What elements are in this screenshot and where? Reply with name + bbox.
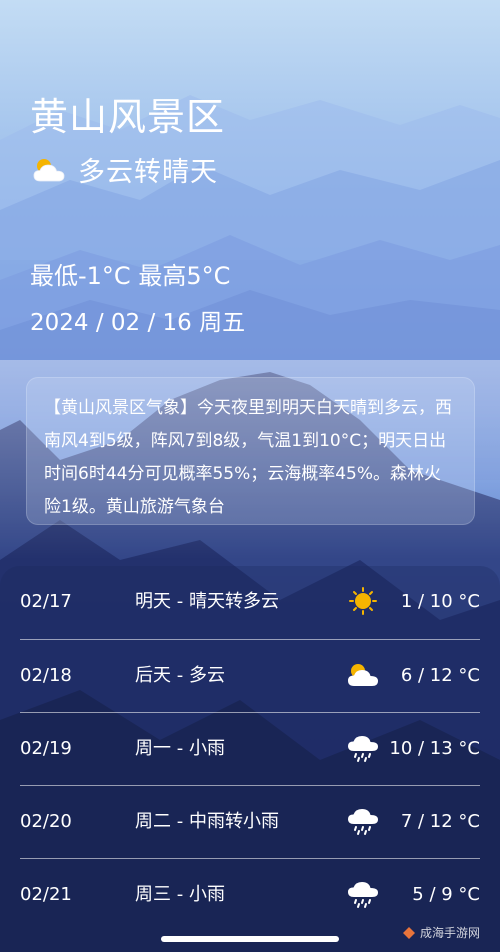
location-title: 黄山风景区 xyxy=(30,95,226,139)
forecast-date: 02/17 xyxy=(20,591,72,612)
forecast-date: 02/20 xyxy=(20,811,72,832)
condition-text: 多云转晴天 xyxy=(78,157,218,188)
forecast-label: 明天 - 晴天转多云 xyxy=(135,591,279,612)
rain-icon xyxy=(348,882,378,908)
forecast-row[interactable]: 02/20 周二 - 中雨转小雨 7 / 12 °C xyxy=(0,786,500,858)
forecast-label: 周一 - 小雨 xyxy=(135,738,225,759)
partly-cloudy-icon xyxy=(348,664,378,686)
forecast-label: 周三 - 小雨 xyxy=(135,884,225,905)
forecast-list: 02/17 明天 - 晴天转多云 1 / 10 °C 02/18 后天 - 多云… xyxy=(0,566,500,952)
forecast-row[interactable]: 02/18 后天 - 多云 6 / 12 °C xyxy=(0,640,500,712)
forecast-date: 02/19 xyxy=(20,738,72,759)
forecast-date: 02/21 xyxy=(20,884,72,905)
forecast-date: 02/18 xyxy=(20,665,72,686)
watermark: 成海手游网 xyxy=(402,924,480,941)
forecast-temp: 7 / 12 °C xyxy=(400,811,480,832)
home-indicator[interactable] xyxy=(161,936,339,942)
rain-icon xyxy=(348,736,378,762)
forecast-label: 周二 - 中雨转小雨 xyxy=(135,811,279,832)
temperature-range: 最低-1°C 最高5°C xyxy=(30,262,231,290)
forecast-temp: 1 / 10 °C xyxy=(400,591,480,612)
forecast-temp: 6 / 12 °C xyxy=(400,665,480,686)
forecast-row[interactable]: 02/19 周一 - 小雨 10 / 13 °C xyxy=(0,713,500,785)
weather-description-text: 【黄山风景区气象】今天夜里到明天白天晴到多云，西南风4到5级，阵风7到8级，气温… xyxy=(44,398,452,517)
watermark-text: 成海手游网 xyxy=(420,926,481,940)
forecast-row[interactable]: 02/21 周三 - 小雨 5 / 9 °C xyxy=(0,859,500,931)
forecast-label: 后天 - 多云 xyxy=(135,665,225,686)
sun-icon xyxy=(349,587,377,615)
current-date: 2024 / 02 / 16 周五 xyxy=(30,310,246,336)
partly-cloudy-icon xyxy=(33,158,65,181)
weather-description-card: 【黄山风景区气象】今天夜里到明天白天晴到多云，西南风4到5级，阵风7到8级，气温… xyxy=(26,377,475,525)
current-condition: 多云转晴天 xyxy=(32,150,218,189)
watermark-logo-icon xyxy=(403,926,415,939)
forecast-row[interactable]: 02/17 明天 - 晴天转多云 1 / 10 °C xyxy=(0,566,500,638)
forecast-temp: 5 / 9 °C xyxy=(412,884,480,905)
forecast-temp: 10 / 13 °C xyxy=(389,738,480,759)
rain-icon xyxy=(348,809,378,835)
